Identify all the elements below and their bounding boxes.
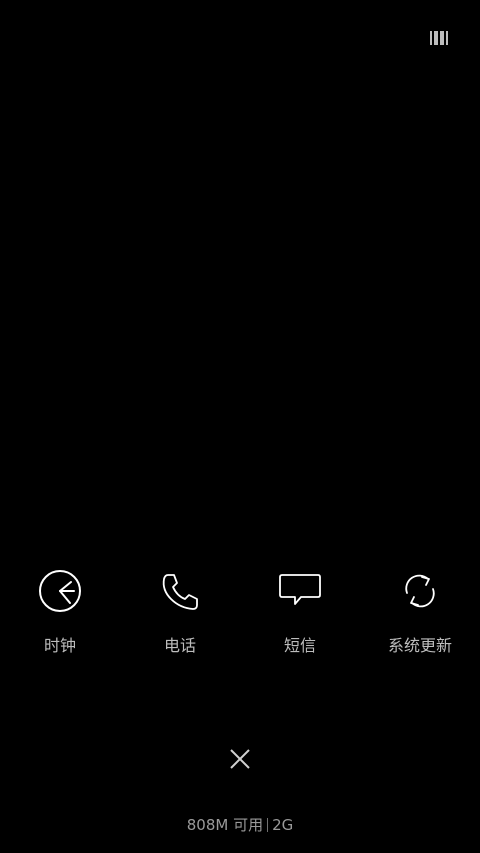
memory-total: 2G bbox=[272, 816, 294, 834]
phone-icon bbox=[155, 566, 205, 616]
app-messages[interactable]: 短信 bbox=[240, 566, 360, 666]
recent-apps-list: 时钟 电话 短信 系统更新 bbox=[0, 566, 480, 666]
multiwindow-icon[interactable] bbox=[430, 30, 450, 46]
message-icon bbox=[275, 566, 325, 616]
app-phone[interactable]: 电话 bbox=[120, 566, 240, 666]
app-label: 短信 bbox=[283, 636, 316, 655]
app-clock[interactable]: 时钟 bbox=[0, 566, 120, 666]
system-update-icon bbox=[395, 566, 445, 616]
memory-separator bbox=[267, 818, 269, 832]
app-label: 电话 bbox=[163, 636, 196, 655]
app-label: 系统更新 bbox=[387, 636, 452, 655]
app-system-update[interactable]: 系统更新 bbox=[360, 566, 480, 666]
close-icon bbox=[230, 749, 250, 769]
app-label: 时钟 bbox=[43, 636, 76, 655]
close-all-button[interactable] bbox=[225, 744, 255, 774]
memory-status: 808M 可用 2G bbox=[0, 815, 480, 835]
memory-available: 808M 可用 bbox=[186, 816, 264, 834]
clock-icon bbox=[35, 566, 85, 616]
